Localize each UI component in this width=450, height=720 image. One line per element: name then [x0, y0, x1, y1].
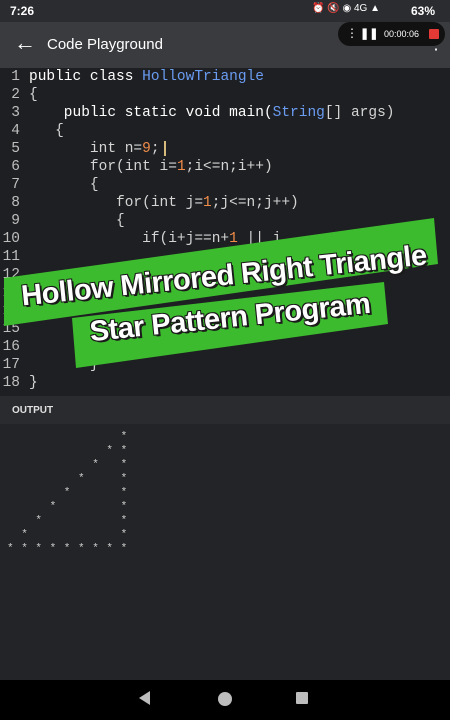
code-line: 8 for(int j=1;j<=n;j++) — [0, 194, 298, 212]
output-line: * * — [7, 445, 128, 457]
code-text: { — [29, 123, 64, 139]
output-line: * * — [7, 529, 128, 541]
battery-level: 63% — [411, 4, 436, 18]
title-banner: Hollow Mirrored Right Triangle Star Patt… — [4, 218, 438, 370]
app-title: Code Playground — [47, 36, 163, 53]
code-text: public class — [29, 69, 143, 85]
code-text: 1 — [203, 195, 212, 211]
code-line: 7 { — [0, 176, 98, 194]
pause-icon[interactable]: ❚❚ — [360, 27, 378, 40]
code-text: } — [29, 375, 38, 391]
arrow-back-icon[interactable]: ← — [14, 32, 36, 54]
code-line: 6 for(int i=1;i<=n;i++) — [0, 158, 272, 176]
output-panel: * * * * * * * * * * * * * * * * * * * * … — [0, 424, 450, 680]
line-number: 5 — [11, 141, 20, 157]
code-line: 4 { — [0, 122, 64, 140]
code-text: ;j<=n;j++) — [211, 195, 299, 211]
screen-recorder-widget[interactable]: ⋮ ❚❚ 00:00:06 — [338, 22, 445, 46]
output-line: * * — [7, 501, 128, 513]
line-number: 7 — [11, 177, 20, 193]
code-text: for(int i= — [29, 159, 177, 175]
output-line: * * — [7, 487, 128, 499]
output-line: * — [7, 431, 128, 443]
nav-recents-icon[interactable] — [296, 692, 308, 704]
code-line: 5 int n=9; — [0, 140, 166, 158]
navigation-bar — [0, 680, 450, 720]
nav-back-icon[interactable] — [139, 691, 150, 705]
output-line: * * * * * * * * * — [7, 543, 128, 555]
status-bar: 7:26 ⏰ 🔇 ◉ 4G ▲ 63% — [0, 0, 450, 22]
code-text: HollowTriangle — [142, 69, 264, 85]
code-text: { — [29, 87, 38, 103]
line-number: 8 — [11, 195, 20, 211]
line-number: 4 — [11, 123, 20, 139]
line-number: 18 — [2, 375, 20, 391]
line-number: 1 — [11, 69, 20, 85]
text-cursor — [163, 140, 166, 156]
code-text: 9 — [142, 141, 151, 157]
nav-home-icon[interactable] — [218, 692, 232, 706]
output-line: * * — [7, 473, 128, 485]
code-text: for(int j= — [29, 195, 204, 211]
code-text: ; — [150, 141, 160, 157]
code-text: [] args) — [324, 105, 395, 121]
status-icons: ⏰ 🔇 ◉ 4G ▲ — [312, 3, 380, 14]
network-label: 4G — [353, 3, 368, 14]
recording-timer: 00:00:06 — [384, 29, 420, 39]
code-line: 1 public class HollowTriangle — [0, 68, 264, 86]
output-line: * * — [7, 515, 128, 527]
line-number: 6 — [11, 159, 20, 175]
code-text: ;i<=n;i++) — [185, 159, 273, 175]
code-line: 2{ — [0, 86, 37, 104]
code-text: int n= — [29, 141, 143, 157]
code-text: { — [29, 177, 99, 193]
code-text: public static void main( — [29, 105, 273, 121]
line-number: 2 — [11, 87, 20, 103]
code-text: 1 — [176, 159, 186, 175]
code-line: 3 public static void main(String[] args) — [0, 104, 394, 122]
output-header: OUTPUT — [0, 396, 450, 424]
code-line: 18} — [0, 374, 38, 392]
code-text: String — [272, 105, 325, 121]
output-line: * * — [7, 459, 128, 471]
stop-icon[interactable] — [429, 29, 439, 39]
line-number: 3 — [11, 105, 20, 121]
status-time: 7:26 — [10, 4, 35, 18]
output-label: OUTPUT — [12, 405, 54, 416]
recorder-menu-icon[interactable]: ⋮ — [346, 26, 358, 40]
